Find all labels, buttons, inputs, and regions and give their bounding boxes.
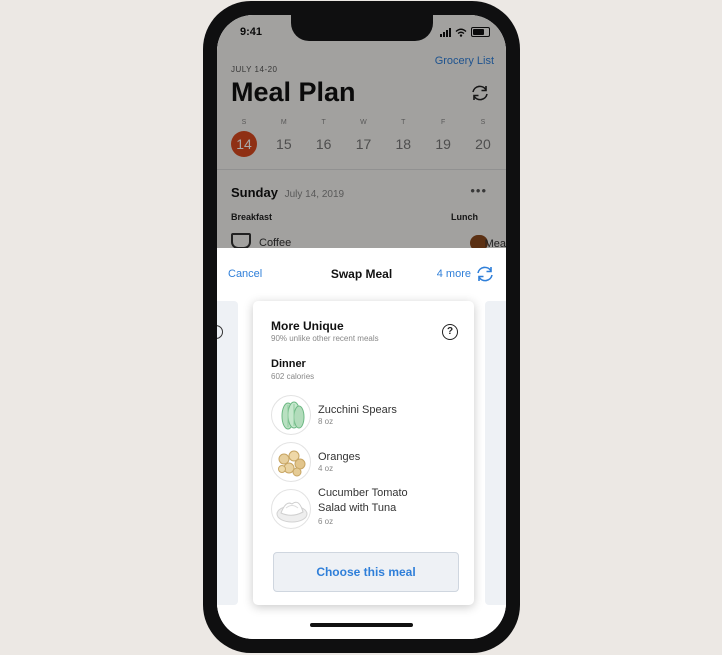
meal-calories: 602 calories xyxy=(271,372,315,381)
list-item[interactable]: Zucchini Spears 8 oz xyxy=(271,395,471,437)
notch xyxy=(291,15,433,41)
zucchini-icon xyxy=(271,395,311,435)
oranges-icon xyxy=(271,442,311,482)
choose-meal-button[interactable]: Choose this meal xyxy=(273,552,459,592)
help-icon xyxy=(217,325,223,339)
item-name: Oranges xyxy=(318,451,361,463)
shuffle-icon[interactable] xyxy=(475,265,495,283)
list-item[interactable]: Cucumber Tomato Salad with Tuna 6 oz xyxy=(271,487,471,541)
help-icon[interactable]: ? xyxy=(442,324,458,340)
item-name: Cucumber Tomato Salad with Tuna xyxy=(318,487,408,514)
next-meal-card[interactable] xyxy=(485,301,506,605)
screen: 9:41 JULY 14-20 Grocery List Meal Plan S… xyxy=(217,15,506,639)
list-item[interactable]: Oranges 4 oz xyxy=(271,442,471,484)
phone-frame: 9:41 JULY 14-20 Grocery List Meal Plan S… xyxy=(203,1,520,653)
item-quantity: 8 oz xyxy=(318,417,334,426)
item-name: Zucchini Spears xyxy=(318,404,397,416)
previous-meal-card[interactable] xyxy=(217,301,238,605)
item-quantity: 6 oz xyxy=(318,517,334,526)
salad-icon xyxy=(271,489,311,529)
swap-meal-sheet: Cancel Swap Meal 4 more More Unique 90% … xyxy=(217,248,506,639)
item-quantity: 4 oz xyxy=(318,464,334,473)
meal-type: Dinner xyxy=(271,358,306,370)
meal-option-card: More Unique 90% unlike other recent meal… xyxy=(253,301,474,605)
card-heading: More Unique xyxy=(271,319,344,333)
modal-overlay[interactable] xyxy=(217,15,506,255)
home-indicator[interactable] xyxy=(310,623,413,627)
more-options-count[interactable]: 4 more xyxy=(437,268,471,280)
card-subheading: 90% unlike other recent meals xyxy=(271,334,379,343)
